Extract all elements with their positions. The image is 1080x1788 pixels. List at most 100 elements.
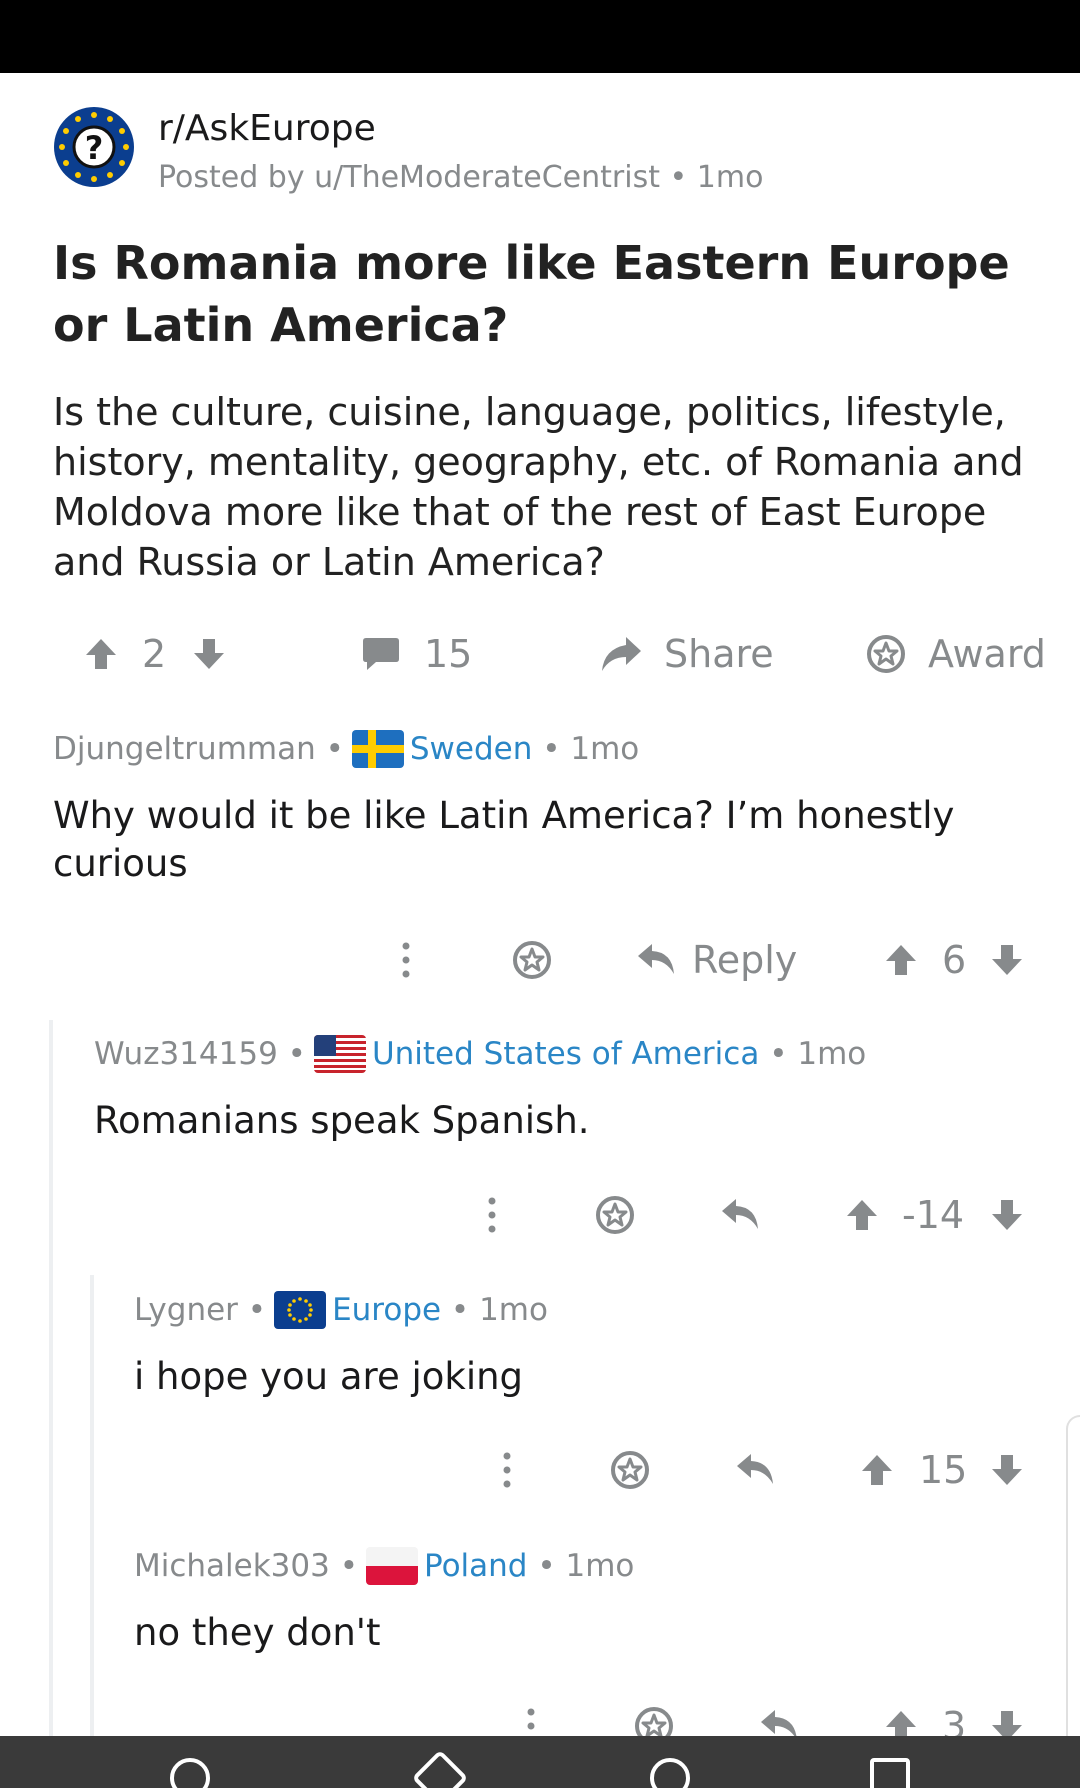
reply-icon: [737, 1454, 773, 1484]
downvote-button[interactable]: [990, 1440, 1024, 1500]
comment-author[interactable]: Lygner: [134, 1292, 238, 1328]
scroll-edge-indicator: [1066, 1415, 1080, 1736]
post-author[interactable]: Posted by u/TheModerateCentrist: [158, 160, 660, 195]
upvote-button[interactable]: [884, 1696, 918, 1736]
comment-meta: Michalek303 • Poland • 1mo: [134, 1547, 634, 1585]
upvote-icon: [862, 1455, 892, 1485]
meta-separator: •: [669, 160, 697, 195]
upvote-button[interactable]: [84, 622, 118, 686]
award-button[interactable]: [512, 930, 552, 990]
comment-author[interactable]: Michalek303: [134, 1548, 330, 1584]
more-vertical-icon: [503, 1452, 511, 1488]
award-icon: [596, 1196, 634, 1234]
meta-separator: •: [329, 1548, 358, 1584]
system-navigation-bar: [0, 1736, 1080, 1788]
more-options-button[interactable]: [400, 930, 412, 990]
comment-text: Romanians speak Spanish.: [94, 1099, 590, 1142]
meta-separator: •: [532, 731, 571, 767]
upvote-icon: [886, 1711, 916, 1736]
comment-score: 3: [942, 1704, 967, 1736]
thread-line[interactable]: [90, 1275, 94, 1736]
upvote-icon: [86, 639, 116, 669]
upvote-button[interactable]: [860, 1440, 894, 1500]
poland-flag-icon: [366, 1547, 418, 1585]
award-icon: [611, 1451, 649, 1489]
comment-action-bar: 3: [0, 1696, 1080, 1736]
overview-icon[interactable]: [870, 1758, 910, 1788]
more-vertical-icon: [527, 1708, 535, 1730]
recent-apps-icon[interactable]: [170, 1758, 210, 1788]
user-flair: Europe: [332, 1292, 442, 1328]
share-icon: [602, 637, 641, 671]
subreddit-icon[interactable]: ?: [53, 106, 135, 188]
subreddit-name[interactable]: r/AskEurope: [158, 108, 376, 149]
reply-icon: [638, 944, 674, 974]
comment-meta: Djungeltrumman • Sweden • 1mo: [53, 730, 639, 768]
back-icon[interactable]: [411, 1749, 469, 1788]
downvote-button[interactable]: [990, 1185, 1024, 1245]
reply-icon: [761, 1710, 797, 1736]
home-icon[interactable]: [650, 1758, 690, 1788]
upvote-icon: [847, 1200, 877, 1230]
comment-age: 1mo: [570, 731, 640, 767]
reply-button[interactable]: Reply: [636, 930, 797, 990]
meta-separator: •: [237, 1292, 267, 1328]
award-button[interactable]: [634, 1696, 674, 1736]
award-button[interactable]: [595, 1185, 635, 1245]
comment-text: no they don't: [134, 1611, 381, 1654]
meta-separator: •: [277, 1036, 306, 1072]
svg-text:?: ?: [85, 129, 104, 167]
comment-meta: Lygner • Europe • 1mo: [134, 1291, 548, 1329]
more-options-button[interactable]: [486, 1185, 498, 1245]
more-options-button[interactable]: [501, 1440, 513, 1500]
user-flair: United States of America: [371, 1036, 760, 1072]
post-body: Is the culture, cuisine, language, polit…: [53, 390, 1024, 584]
comment-action-bar: Reply 6: [0, 930, 1080, 990]
comment-icon: [363, 638, 399, 670]
meta-separator: •: [759, 1036, 798, 1072]
comment-text: Why would it be like Latin America? I’m …: [53, 794, 955, 885]
post-title: Is Romania more like Eastern Europe or L…: [53, 236, 1010, 352]
sweden-flag-icon: [351, 730, 404, 768]
upvote-button[interactable]: [884, 930, 918, 990]
comment-score: -14: [902, 1193, 965, 1237]
reply-button[interactable]: [759, 1696, 799, 1736]
comment-score: 15: [919, 1448, 968, 1492]
downvote-button[interactable]: [192, 622, 226, 686]
more-vertical-icon: [488, 1197, 496, 1233]
reply-icon: [722, 1199, 758, 1229]
comment-text: i hope you are joking: [134, 1355, 524, 1398]
downvote-icon: [992, 1711, 1022, 1736]
comments-button[interactable]: 15: [362, 622, 472, 686]
award-button[interactable]: [610, 1440, 650, 1500]
award-icon: [635, 1707, 673, 1736]
upvote-button[interactable]: [845, 1185, 879, 1245]
award-button[interactable]: Award: [866, 622, 1046, 686]
comment-age: 1mo: [565, 1548, 635, 1584]
meta-separator: •: [441, 1292, 480, 1328]
comment-author[interactable]: Djungeltrumman: [53, 731, 316, 767]
reply-label: Reply: [692, 938, 798, 982]
user-flair: Poland: [424, 1548, 528, 1584]
comment-score: 6: [942, 938, 967, 982]
reply-button[interactable]: [735, 1440, 775, 1500]
comment-author[interactable]: Wuz314159: [94, 1036, 278, 1072]
downvote-button[interactable]: [990, 1696, 1024, 1736]
more-options-button[interactable]: [525, 1696, 537, 1736]
comment-age: 1mo: [479, 1292, 548, 1328]
thread-line[interactable]: [49, 1020, 53, 1736]
share-button[interactable]: Share: [600, 622, 774, 686]
comment-action-bar: 15: [0, 1440, 1080, 1500]
meta-separator: •: [315, 731, 344, 767]
reply-button[interactable]: [720, 1185, 760, 1245]
upvote-icon: [886, 945, 916, 975]
user-flair: Sweden: [409, 731, 533, 767]
downvote-icon: [992, 945, 1022, 975]
post-score: 2: [142, 632, 167, 676]
comment-meta: Wuz314159 • United States of America • 1…: [94, 1035, 866, 1073]
post-action-bar: 2 15 Share Award: [0, 622, 1080, 686]
downvote-button[interactable]: [990, 930, 1024, 990]
share-label: Share: [664, 632, 774, 676]
downvote-icon: [992, 1455, 1022, 1485]
downvote-icon: [992, 1200, 1022, 1230]
